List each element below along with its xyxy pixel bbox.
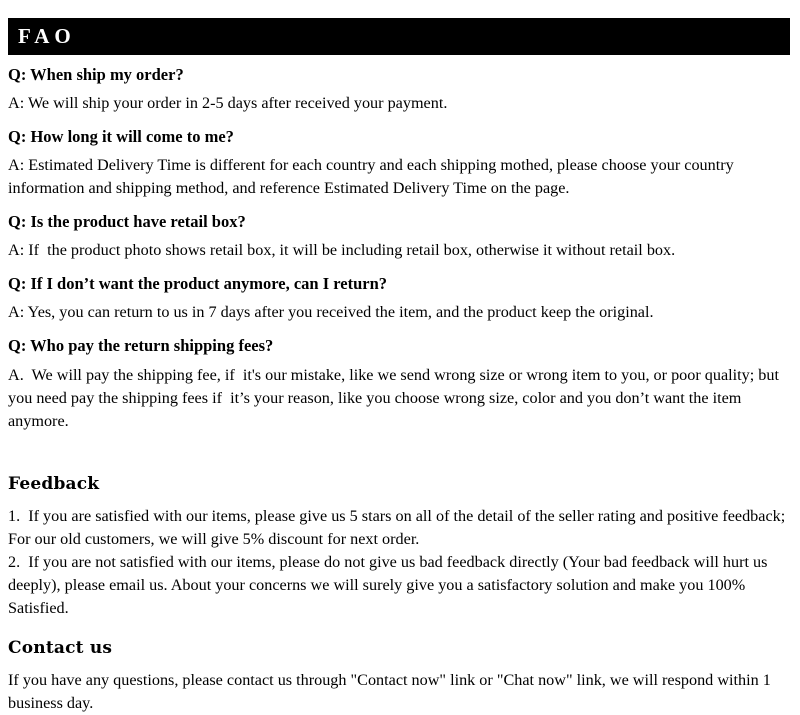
faq-title-bar: FAO [8, 18, 790, 55]
faq-answer: A: Yes, you can return to us in 7 days a… [8, 303, 654, 322]
feedback-paragraph: 1. If you are satisfied with our items, … [8, 506, 790, 548]
faq-item: Q: Who pay the return shipping fees? A. … [8, 335, 790, 432]
feedback-paragraph: 2. If you are not satisfied with our ite… [8, 552, 772, 617]
feedback-heading: Feedback [8, 473, 100, 494]
faq-answer: A. We will pay the shipping fee, if it's… [8, 365, 784, 430]
faq-question: Q: How long it will come to me? [8, 127, 234, 147]
page-title: FAO [18, 24, 76, 48]
faq-answer: A: If the product photo shows retail box… [8, 241, 676, 260]
contact-heading: Contact us [8, 637, 113, 658]
feedback-section: Feedback 1. If you are satisfied with ou… [8, 474, 790, 620]
faq-item: Q: If I don’t want the product anymore, … [8, 273, 790, 324]
faq-page: FAO Q: When ship my order? A: We will sh… [0, 0, 800, 712]
faq-item: Q: When ship my order? A: We will ship y… [8, 64, 790, 115]
faq-answer: A: Estimated Delivery Time is different … [8, 156, 738, 198]
faq-content: Q: When ship my order? A: We will ship y… [8, 64, 790, 715]
faq-question: Q: Is the product have retail box? [8, 212, 246, 232]
faq-question: Q: Who pay the return shipping fees? [8, 336, 274, 356]
faq-item: Q: How long it will come to me? A: Estim… [8, 126, 790, 200]
contact-section: Contact us If you have any questions, pl… [8, 638, 790, 715]
faq-item: Q: Is the product have retail box? A: If… [8, 211, 790, 262]
faq-question: Q: If I don’t want the product anymore, … [8, 274, 388, 294]
faq-answer: A: We will ship your order in 2-5 days a… [8, 94, 448, 113]
contact-paragraph: If you have any questions, please contac… [8, 671, 775, 713]
faq-question: Q: When ship my order? [8, 65, 184, 84]
